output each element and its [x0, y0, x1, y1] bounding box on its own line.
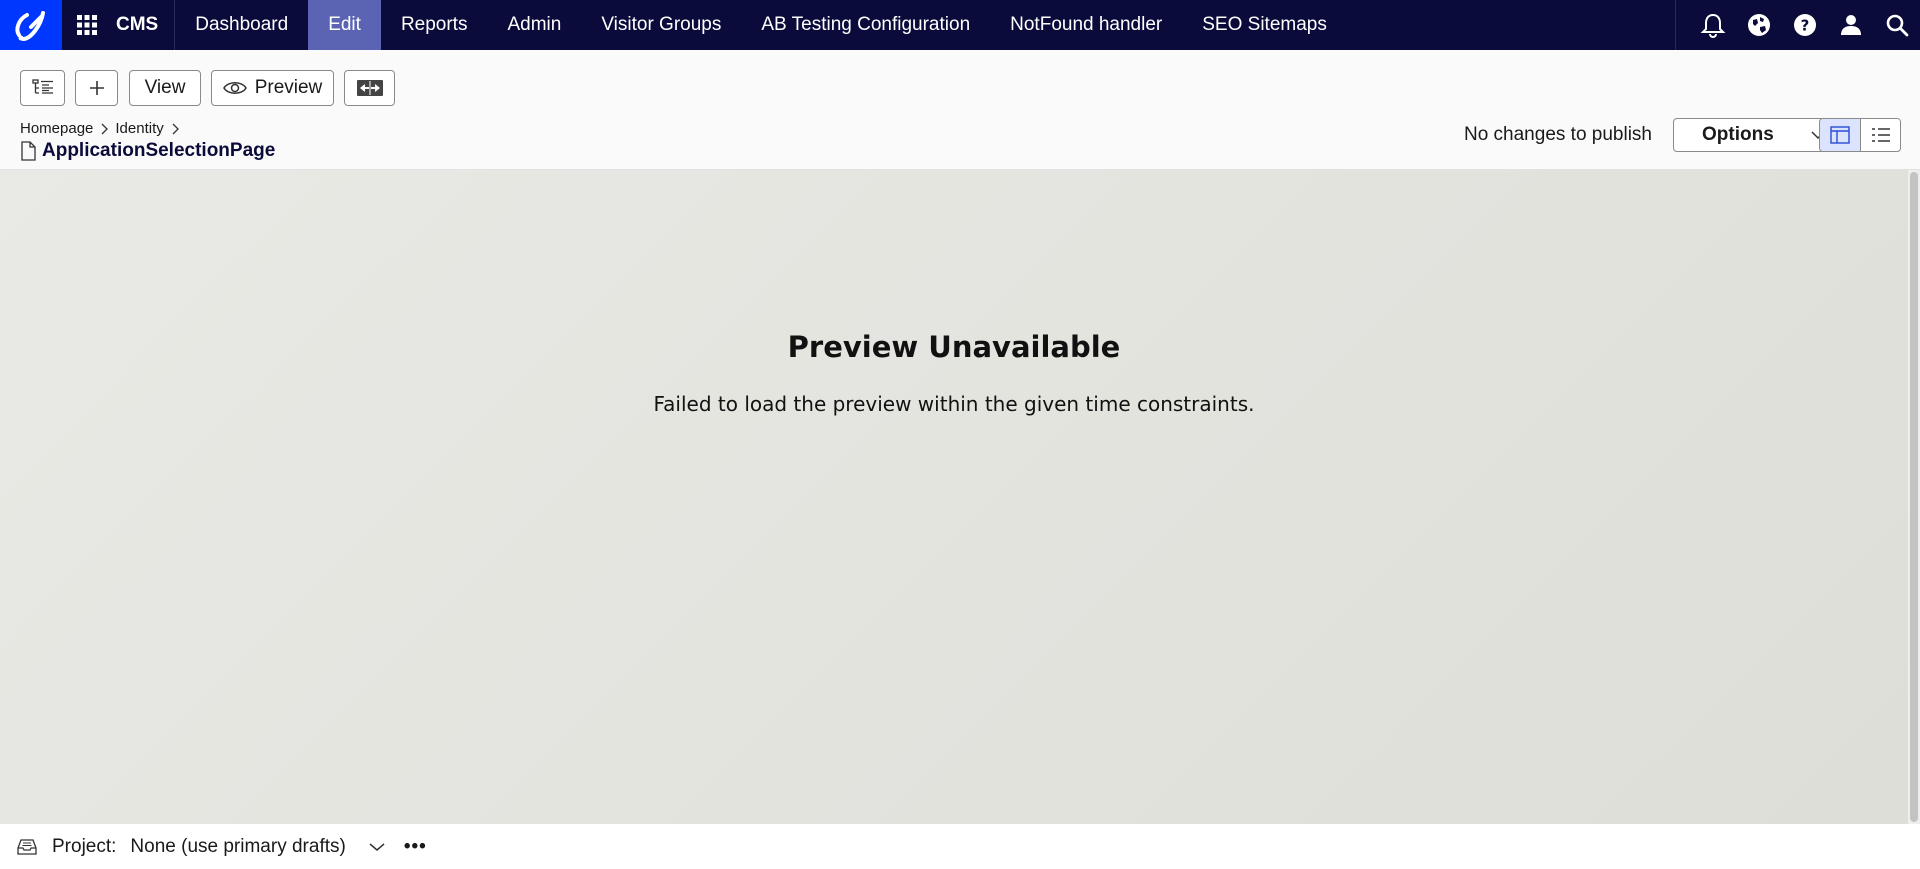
plus-icon — [89, 81, 104, 95]
preview-unavailable-title: Preview Unavailable — [787, 330, 1121, 364]
nav-item-notfound-handler[interactable]: NotFound handler — [990, 0, 1182, 50]
nav-item-visitor-groups[interactable]: Visitor Groups — [581, 0, 741, 50]
more-options-button[interactable]: ••• — [404, 836, 427, 858]
help-icon: ? — [1794, 14, 1816, 36]
page-title-text: ApplicationSelectionPage — [42, 140, 276, 161]
language-button[interactable] — [1736, 0, 1782, 50]
nav-item-ab-testing[interactable]: AB Testing Configuration — [741, 0, 990, 50]
project-bar: Project: None (use primary drafts) ••• — [0, 824, 1920, 869]
nav-item-seo-sitemaps[interactable]: SEO Sitemaps — [1182, 0, 1347, 50]
nav-item-dashboard[interactable]: Dashboard — [175, 0, 308, 50]
preview-error-message: Failed to load the preview within the gi… — [653, 392, 1255, 416]
project-tray-icon — [17, 838, 37, 855]
notifications-button[interactable] — [1690, 0, 1736, 50]
preview-frame: Preview Unavailable Failed to load the p… — [0, 170, 1908, 824]
user-menu-button[interactable] — [1828, 0, 1874, 50]
breadcrumb-item-homepage[interactable]: Homepage — [20, 120, 93, 137]
compare-button[interactable] — [344, 70, 395, 106]
publish-status: No changes to publish — [1463, 124, 1652, 145]
toggle-navigation-pane-button[interactable] — [20, 70, 65, 106]
preview-button-label: Preview — [254, 77, 323, 98]
scrollbar-thumb[interactable] — [1910, 172, 1918, 822]
project-label: Project: — [52, 835, 117, 857]
app-name: CMS — [112, 0, 176, 50]
edit-toolbar: View Preview Homepage Identity Applicati… — [0, 50, 1920, 170]
optimizely-logo[interactable] — [0, 0, 62, 50]
search-icon — [1886, 14, 1909, 37]
compare-icon — [356, 80, 383, 96]
preview-button[interactable]: Preview — [211, 70, 334, 106]
preview-scrollbar[interactable] — [1908, 170, 1920, 824]
on-page-edit-toggle[interactable] — [1820, 119, 1860, 151]
top-nav: CMS Dashboard Edit Reports Admin Visitor… — [0, 0, 1920, 50]
tree-icon — [31, 79, 53, 94]
all-properties-toggle[interactable] — [1860, 119, 1900, 151]
list-icon — [1871, 128, 1890, 142]
chevron-right-icon — [101, 123, 109, 134]
eye-icon — [222, 82, 247, 94]
globe-icon — [1748, 14, 1770, 36]
view-button[interactable]: View — [129, 70, 201, 106]
options-dropdown[interactable]: Options — [1673, 118, 1839, 152]
project-dropdown-button[interactable] — [368, 842, 386, 852]
nav-utility-icons: ? — [1675, 0, 1920, 50]
layout-icon — [1830, 126, 1850, 144]
logo-icon — [15, 11, 45, 41]
chevron-down-icon — [369, 842, 385, 851]
nav-item-edit[interactable]: Edit — [308, 0, 381, 50]
breadcrumb-item-identity[interactable]: Identity — [115, 120, 163, 137]
svg-text:?: ? — [1801, 17, 1810, 35]
options-label: Options — [1702, 124, 1774, 145]
app-switcher-button[interactable] — [62, 0, 112, 50]
breadcrumb: Homepage Identity — [20, 120, 180, 137]
chevron-right-icon — [172, 123, 179, 134]
help-button[interactable]: ? — [1782, 0, 1828, 50]
project-selector-value[interactable]: None (use primary drafts) — [130, 836, 345, 858]
page-icon — [21, 141, 36, 161]
user-icon — [1841, 15, 1861, 35]
grid-icon — [77, 15, 97, 35]
bell-icon — [1700, 13, 1726, 39]
nav-item-reports[interactable]: Reports — [381, 0, 488, 50]
add-content-button[interactable] — [75, 70, 118, 106]
page-title: ApplicationSelectionPage — [20, 140, 275, 162]
view-mode-toggle — [1819, 118, 1901, 152]
search-button[interactable] — [1874, 0, 1920, 50]
nav-item-admin[interactable]: Admin — [487, 0, 581, 50]
